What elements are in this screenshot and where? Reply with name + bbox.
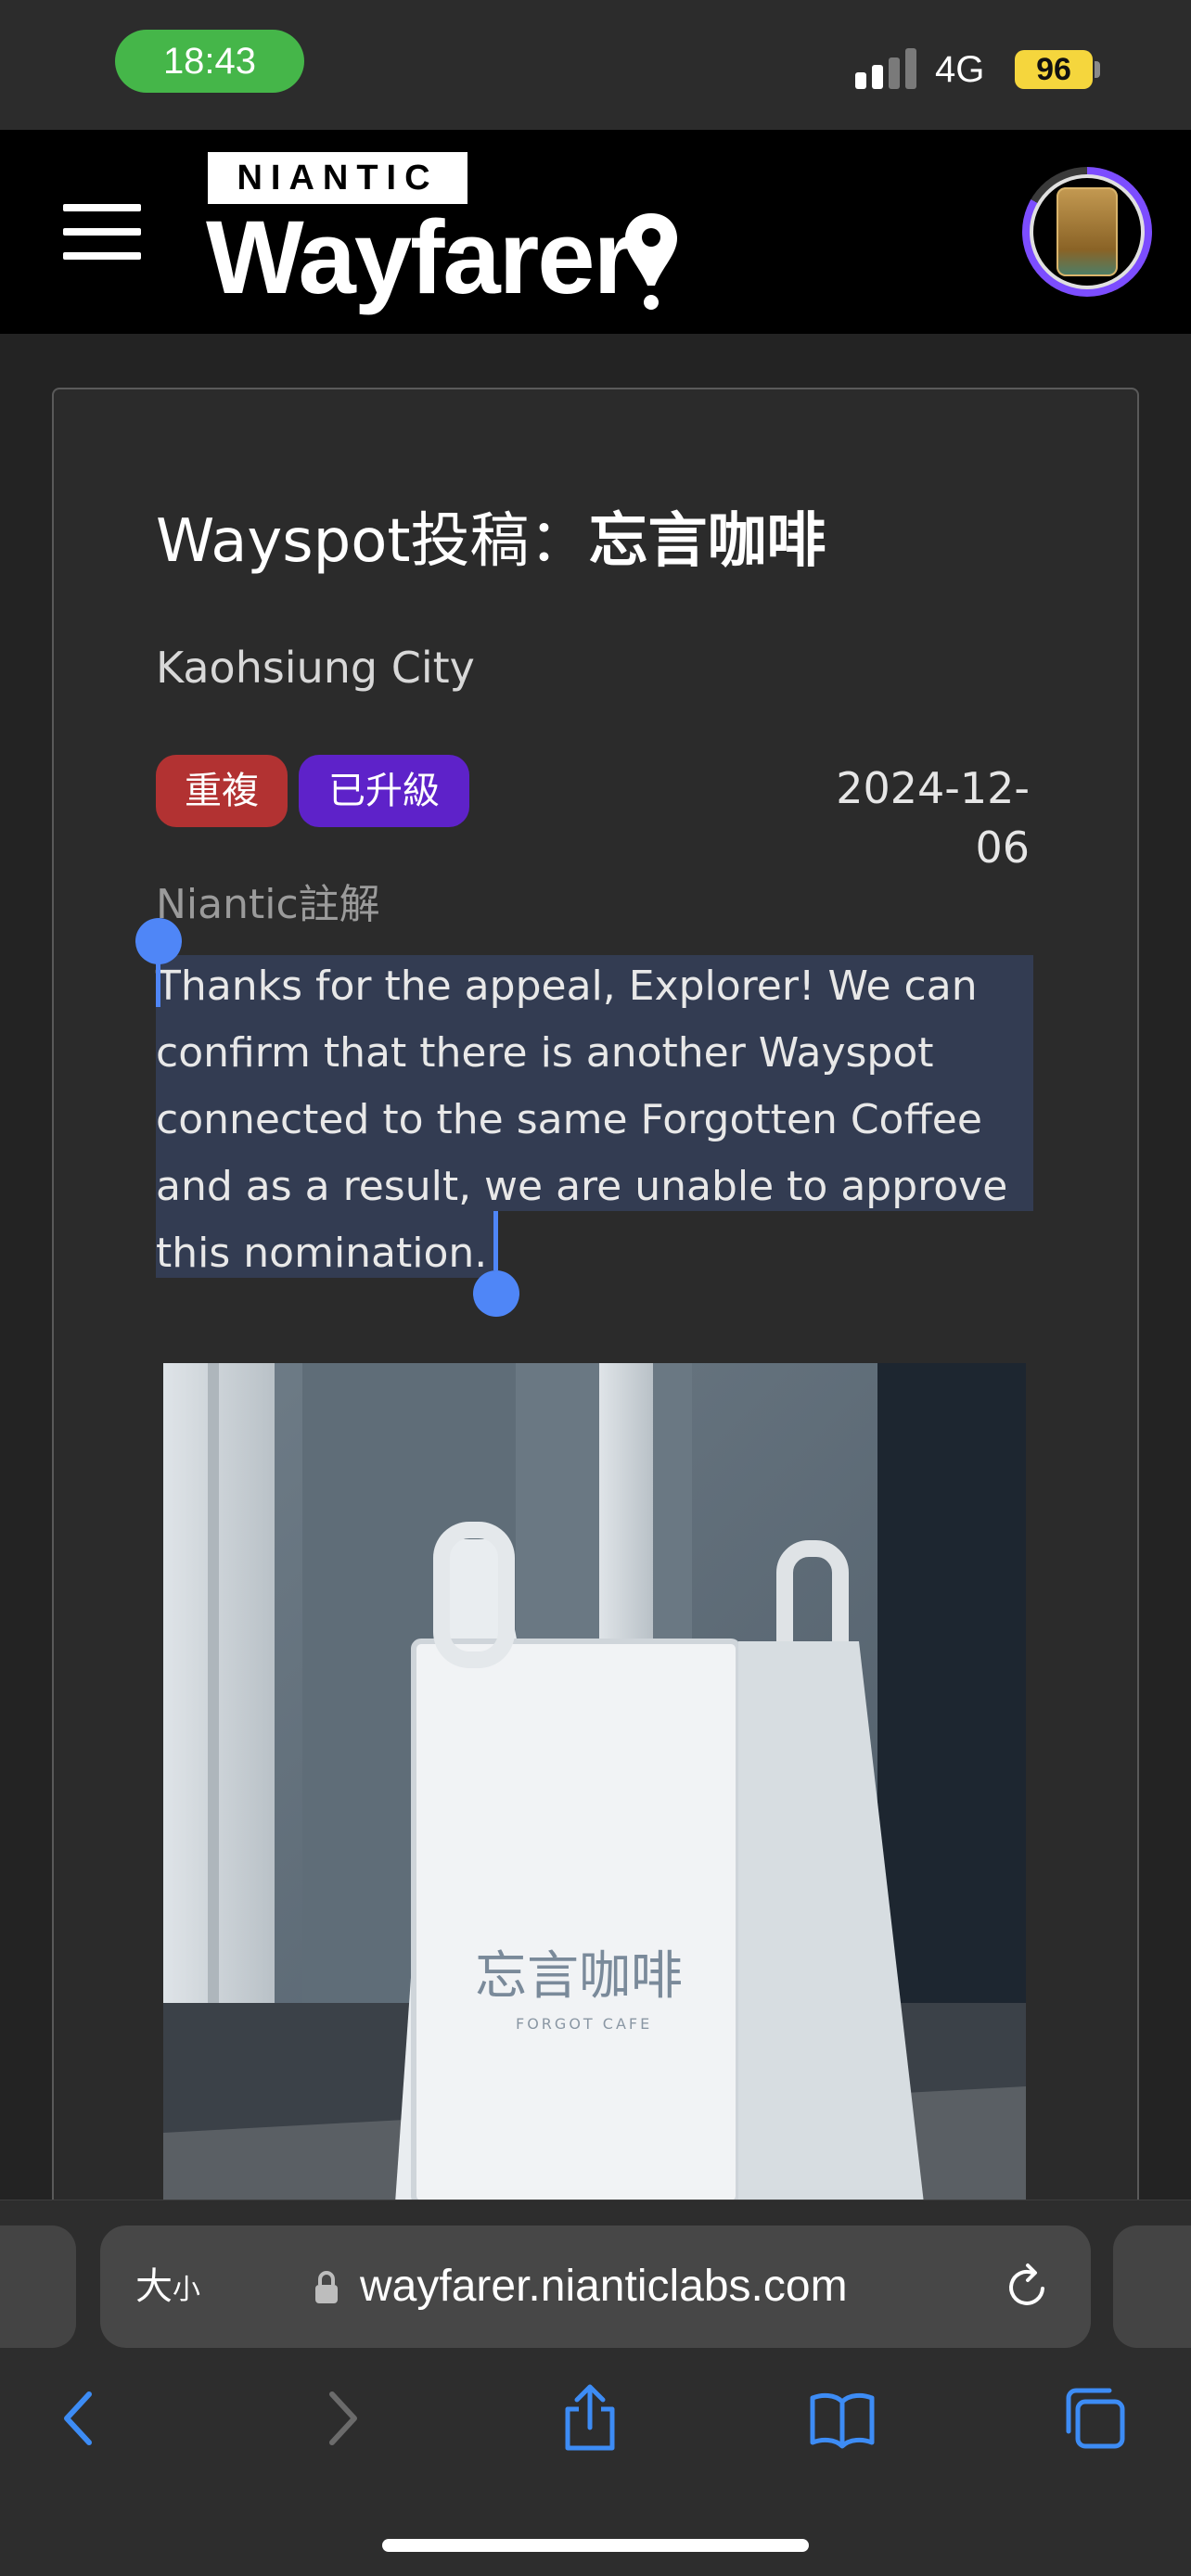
niantic-note-label: Niantic註解	[156, 881, 380, 928]
battery-level: 96	[1015, 50, 1093, 89]
back-icon[interactable]	[45, 2383, 115, 2454]
sign-sublettering: FORGOT CAFE	[516, 2015, 652, 2033]
lock-icon	[315, 2271, 338, 2303]
logo-wayfarer-text: Wayfarer	[206, 199, 634, 315]
submission-city: Kaohsiung City	[156, 643, 475, 693]
title-name: 忘言咖啡	[588, 507, 826, 576]
niantic-note-text[interactable]: Thanks for the appeal, Explorer! We can …	[156, 953, 1046, 1287]
logo-niantic-text: NIANTIC	[208, 152, 467, 204]
page-title: Wayspot投稿：忘言咖啡	[156, 501, 826, 582]
network-type: 4G	[935, 49, 985, 90]
profile-avatar[interactable]	[1022, 167, 1152, 297]
tabs-icon[interactable]	[1059, 2383, 1130, 2454]
bookmarks-icon[interactable]	[807, 2383, 877, 2454]
duplicate-badge: 重複	[156, 755, 288, 827]
url-text[interactable]: wayfarer.nianticlabs.com	[360, 2259, 848, 2315]
selection-end-caret	[493, 1211, 498, 1270]
share-icon[interactable]	[555, 2383, 625, 2454]
selection-start-caret	[156, 955, 160, 1007]
text-size-button[interactable]: 大小	[135, 2263, 200, 2315]
text-size-small: 小	[173, 2274, 200, 2306]
next-tab-preview[interactable]	[1113, 2225, 1191, 2348]
location-pin-icon	[625, 213, 677, 310]
home-indicator	[382, 2539, 809, 2552]
forward-icon[interactable]	[306, 2383, 377, 2454]
sign-lettering: 忘言咖啡	[475, 1946, 683, 2007]
battery-tip-icon	[1095, 61, 1100, 78]
submission-photo[interactable]: 忘言咖啡 FORGOT CAFE	[163, 1363, 1026, 2203]
cellular-signal-icon	[855, 46, 920, 89]
upgraded-badge: 已升級	[299, 755, 469, 827]
title-prefix: Wayspot投稿：	[156, 507, 589, 576]
cafe-sign-photo: 忘言咖啡 FORGOT CAFE	[163, 1363, 1026, 2203]
status-time: 18:43	[115, 30, 304, 93]
wayfarer-logo[interactable]: NIANTIC Wayfarer	[206, 152, 690, 315]
page: 18:43 4G 96 NIANTIC Wayfarer Wayspot投稿：忘…	[0, 0, 1191, 2576]
reload-icon[interactable]	[1002, 2261, 1054, 2313]
hamburger-menu-icon[interactable]	[63, 204, 141, 260]
selection-end-handle[interactable]	[473, 1270, 519, 1317]
app-header: NIANTIC Wayfarer	[0, 130, 1191, 334]
submission-date: 2024-12-06	[836, 763, 1030, 873]
previous-tab-preview[interactable]	[0, 2225, 76, 2348]
avatar-badge-icon	[1030, 174, 1145, 289]
text-size-large: 大	[135, 2265, 173, 2308]
